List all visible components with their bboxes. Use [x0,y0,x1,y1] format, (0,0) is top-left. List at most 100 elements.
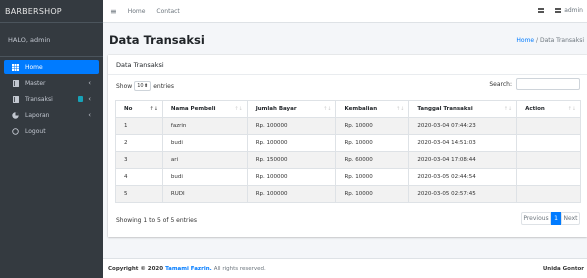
breadcrumb: Home / Data Transaksi [516,37,584,44]
cell-tanggal: 2020-03-05 02:44:54 [408,168,518,186]
menu-toggle-icon[interactable]: ≡ [110,7,117,16]
column-header-tanggal-transaksi[interactable]: Tanggal Transaksi ↑↓ [408,100,518,118]
cell-nama: ari [161,151,248,169]
entries-select[interactable]: 10 ⬍ [134,81,152,91]
sidebar-item-label: Laporan [25,111,50,119]
user-menu[interactable]: admin [538,7,583,14]
cell-tanggal: 2020-03-04 07:44:23 [408,117,518,135]
column-label: Nama Pembeli [170,106,216,112]
sidebar-item-home[interactable]: Home [4,60,99,74]
cell-action [516,151,581,169]
pagination: Previous 1 Next [521,212,580,225]
table-row: 2 budi Rp. 100000 Rp. 10000 2020-03-04 1… [115,134,581,152]
footer-author-link[interactable]: Tamami Fazrin. [165,266,212,272]
table-controls: Show 10 ⬍ entries Search: [108,75,587,95]
cell-no: 1 [115,117,163,135]
cell-kembalian: Rp. 60000 [335,151,410,169]
cell-no: 2 [115,134,163,152]
content-header: Data Transaksi Home / Data Transaksi [103,23,587,55]
chevron-left-icon: ‹ [88,95,91,103]
column-label: Tanggal Transaksi [417,106,473,112]
search-input[interactable] [516,78,580,90]
sort-icon: ↑↓ [395,106,405,112]
brand-title[interactable]: BARBERSHOP [0,0,103,23]
entries-label: entries [153,82,175,90]
chevron-left-icon: ‹ [88,79,91,87]
pie-chart-icon [11,111,20,119]
cell-jumlah: Rp. 100000 [246,168,337,186]
grid-icon [555,7,561,14]
page-title: Data Transaksi [109,33,205,47]
grid-icon [11,63,20,71]
sidebar-nav: Home Master ‹ Transaksi ‹ Laporan ‹ Logo… [0,57,103,143]
table-row: 4 budi Rp. 100000 Rp. 10000 2020-03-05 0… [115,168,581,186]
sidebar-item-logout[interactable]: Logout [4,124,99,138]
sidebar-item-label: Master [25,79,46,87]
sort-icon: ↑↓ [503,106,513,112]
cell-kembalian: Rp. 10000 [335,117,410,135]
sidebar-item-label: Transaksi [25,95,53,103]
cell-nama: budi [161,134,248,152]
nav-link-home[interactable]: Home [128,8,146,15]
cell-no: 3 [115,151,163,169]
column-header-action[interactable]: Action ↑↓ [516,100,581,118]
apps-icon[interactable] [538,7,544,14]
table-header-row: No ↑↓ Nama Pembeli ↑↓ Jumlah Bayar ↑↓ Kemba… [115,100,581,118]
book-icon [11,79,20,87]
cell-tanggal: 2020-03-04 17:08:44 [408,151,518,169]
show-entries: Show 10 ⬍ entries [116,81,174,91]
show-label: Show [116,82,133,90]
nav-link-contact[interactable]: Contact [156,8,179,15]
column-header-kembalian[interactable]: Kembalian ↑↓ [335,100,410,118]
sidebar-item-label: Home [25,63,43,71]
cell-kembalian: Rp. 10000 [335,185,410,203]
column-header-no[interactable]: No ↑↓ [115,100,163,118]
sort-icon: ↑↓ [149,106,158,112]
book-icon [11,95,20,103]
cell-action [516,185,581,203]
cell-jumlah: Rp. 100000 [246,185,337,203]
column-header-nama-pembeli[interactable]: Nama Pembeli ↑↓ [161,100,248,118]
column-header-jumlah-bayar[interactable]: Jumlah Bayar ↑↓ [246,100,337,118]
sort-icon: ↑↓ [567,106,576,112]
cell-tanggal: 2020-03-04 14:51:03 [408,134,518,152]
column-label: Action [525,106,545,112]
cell-no: 5 [115,185,163,203]
breadcrumb-home[interactable]: Home [516,37,534,44]
cell-action [516,117,581,135]
sidebar-item-laporan[interactable]: Laporan ‹ [4,108,99,122]
cell-nama: budi [161,168,248,186]
column-label: Kembalian [344,106,378,112]
cell-jumlah: Rp. 150000 [246,151,337,169]
footer-rights: All rights reserved. [213,265,266,272]
cell-action [516,134,581,152]
cell-kembalian: Rp. 10000 [335,134,410,152]
transactions-table: No ↑↓ Nama Pembeli ↑↓ Jumlah Bayar ↑↓ Kemba… [115,100,581,203]
table-row: 1 fazrin Rp. 100000 Rp. 10000 2020-03-04… [115,117,581,135]
footer-copyright: Copyright © 2020 [108,265,164,272]
sidebar-item-transaksi[interactable]: Transaksi ‹ [4,92,99,106]
breadcrumb-current: Data Transaksi [539,37,584,44]
chevron-updown-icon: ⬍ [144,83,149,89]
sort-icon: ↑↓ [234,106,243,112]
table-info: Showing 1 to 5 of 5 entries [116,217,197,224]
entries-value: 10 [137,83,144,89]
page-1-button[interactable]: 1 [551,212,561,225]
footer: Copyright © 2020 Tamami Fazrin. All righ… [103,258,587,278]
user-label[interactable]: admin [564,7,583,14]
top-navbar: ≡ Home Contact admin [103,0,587,23]
cell-jumlah: Rp. 100000 [246,117,337,135]
column-label: Jumlah Bayar [255,106,297,112]
next-button[interactable]: Next [561,212,580,225]
column-label: No [124,106,133,112]
search-label: Search: [489,80,512,88]
cell-kembalian: Rp. 10000 [335,168,410,186]
table-row: 3 ari Rp. 150000 Rp. 60000 2020-03-04 17… [115,151,581,169]
circle-icon [11,127,20,135]
sidebar-item-label: Logout [25,127,46,135]
cell-nama: fazrin [161,117,248,135]
previous-button[interactable]: Previous [521,212,551,225]
card-title: Data Transaksi [108,55,587,75]
sidebar-item-master[interactable]: Master ‹ [4,76,99,90]
table-row: 5 RUDI Rp. 100000 Rp. 10000 2020-03-05 0… [115,185,581,203]
